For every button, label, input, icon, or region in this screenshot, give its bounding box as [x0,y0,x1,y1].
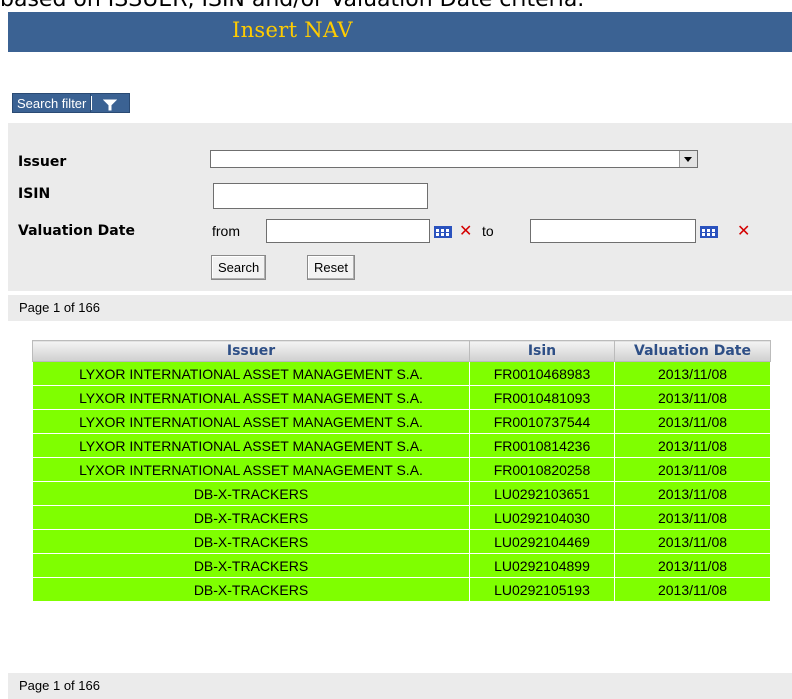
pager-bottom: Page 1 of 166 [8,673,792,699]
filter-icon[interactable] [90,93,131,113]
isin-label: ISIN [18,186,51,202]
valuation-date-cell: 2013/11/08 [614,577,771,602]
valuation-date-cell: 2013/11/08 [614,529,771,554]
issuer-cell: LYXOR INTERNATIONAL ASSET MANAGEMENT S.A… [32,433,470,458]
table-header-row: Issuer Isin Valuation Date [32,340,771,362]
table-row[interactable]: LYXOR INTERNATIONAL ASSET MANAGEMENT S.A… [32,433,771,458]
page-title-bar: Insert NAV [8,12,792,52]
table-row[interactable]: DB-X-TRACKERS LU0292104469 2013/11/08 [32,529,771,554]
nav-results-table: Issuer Isin Valuation Date LYXOR INTERNA… [32,340,771,602]
issuer-cell: LYXOR INTERNATIONAL ASSET MANAGEMENT S.A… [32,385,470,410]
issuer-cell: LYXOR INTERNATIONAL ASSET MANAGEMENT S.A… [32,457,470,482]
pager-top-text: Page 1 of 166 [19,300,100,315]
isin-cell: FR0010481093 [469,385,615,410]
table-row[interactable]: LYXOR INTERNATIONAL ASSET MANAGEMENT S.A… [32,385,771,410]
reset-button[interactable]: Reset [307,255,355,280]
table-row[interactable]: DB-X-TRACKERS LU0292104899 2013/11/08 [32,553,771,578]
isin-cell: LU0292104030 [469,505,615,530]
table-row[interactable]: LYXOR INTERNATIONAL ASSET MANAGEMENT S.A… [32,457,771,482]
issuer-cell: DB-X-TRACKERS [32,529,470,554]
table-row[interactable]: LYXOR INTERNATIONAL ASSET MANAGEMENT S.A… [32,361,771,386]
isin-cell: LU0292105193 [469,577,615,602]
clear-to-date-icon[interactable]: ✕ [737,223,750,239]
search-filter-label[interactable]: Search filter [12,93,91,113]
to-date-input[interactable] [530,219,696,243]
valuation-date-cell: 2013/11/08 [614,361,771,386]
search-button[interactable]: Search [211,255,267,280]
table-row[interactable]: DB-X-TRACKERS LU0292104030 2013/11/08 [32,505,771,530]
valuation-date-cell: 2013/11/08 [614,433,771,458]
search-filter-panel: Issuer ISIN Valuation Date from ✕ to ✕ S… [8,123,792,291]
valuation-date-cell: 2013/11/08 [614,481,771,506]
isin-cell: LU0292104469 [469,529,615,554]
from-date-input[interactable] [266,219,430,243]
issuer-select[interactable] [210,150,698,168]
column-header-issuer[interactable]: Issuer [32,340,470,362]
valuation-date-cell: 2013/11/08 [614,505,771,530]
isin-input[interactable] [213,183,428,209]
column-header-valuation-date[interactable]: Valuation Date [614,340,771,362]
search-filter-toggle[interactable]: Search filter [12,93,131,113]
issuer-cell: LYXOR INTERNATIONAL ASSET MANAGEMENT S.A… [32,361,470,386]
clear-from-date-icon[interactable]: ✕ [459,223,472,239]
calendar-icon[interactable] [434,226,452,238]
table-row[interactable]: LYXOR INTERNATIONAL ASSET MANAGEMENT S.A… [32,409,771,434]
issuer-cell: DB-X-TRACKERS [32,505,470,530]
isin-cell: FR0010814236 [469,433,615,458]
dropdown-arrow-icon[interactable] [679,151,697,167]
isin-cell: FR0010468983 [469,361,615,386]
issuer-cell: LYXOR INTERNATIONAL ASSET MANAGEMENT S.A… [32,409,470,434]
valuation-date-cell: 2013/11/08 [614,409,771,434]
table-row[interactable]: DB-X-TRACKERS LU0292103651 2013/11/08 [32,481,771,506]
isin-cell: FR0010737544 [469,409,615,434]
issuer-cell: DB-X-TRACKERS [32,481,470,506]
to-label: to [482,223,494,239]
pager-top: Page 1 of 166 [8,295,792,321]
issuer-cell: DB-X-TRACKERS [32,577,470,602]
page-title: Insert NAV [232,18,353,42]
valuation-date-cell: 2013/11/08 [614,457,771,482]
isin-cell: LU0292103651 [469,481,615,506]
from-label: from [212,223,240,239]
table-row[interactable]: DB-X-TRACKERS LU0292105193 2013/11/08 [32,577,771,602]
issuer-cell: DB-X-TRACKERS [32,553,470,578]
issuer-label: Issuer [18,154,67,170]
isin-cell: LU0292104899 [469,553,615,578]
column-header-isin[interactable]: Isin [469,340,615,362]
valuation-date-cell: 2013/11/08 [614,385,771,410]
isin-cell: FR0010820258 [469,457,615,482]
valuation-date-label: Valuation Date [18,223,135,239]
valuation-date-cell: 2013/11/08 [614,553,771,578]
calendar-icon[interactable] [700,226,718,238]
